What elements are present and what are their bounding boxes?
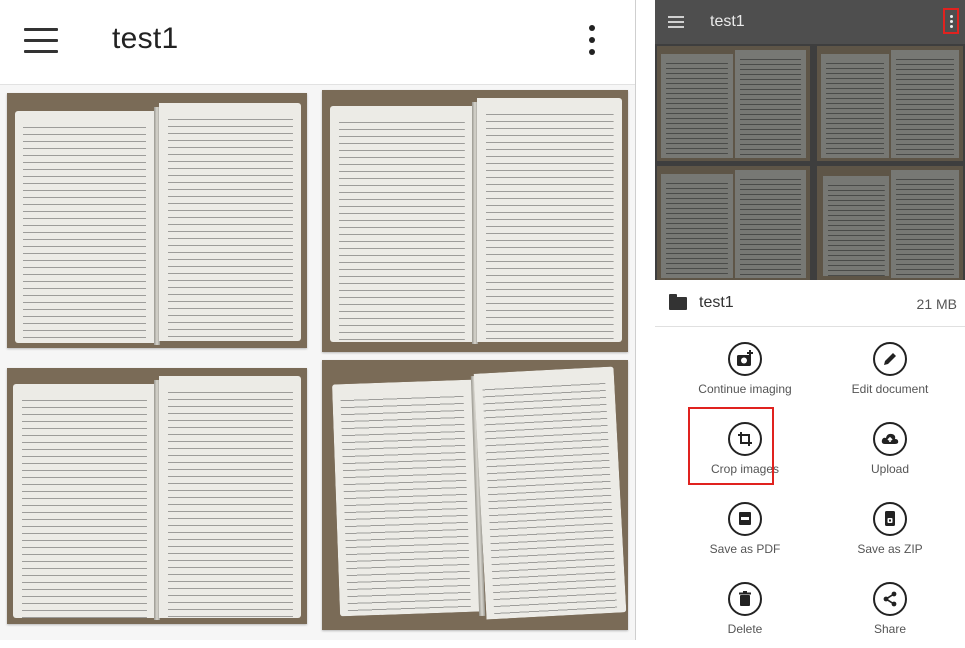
delete-button[interactable]: Delete bbox=[680, 582, 810, 648]
book-page-left bbox=[661, 174, 733, 278]
book-page-right bbox=[159, 376, 301, 618]
cloud-upload-icon bbox=[881, 433, 899, 444]
book-page-right bbox=[735, 50, 806, 158]
action-label: Share bbox=[873, 622, 907, 636]
book-page-left bbox=[330, 106, 473, 342]
camera-add-icon bbox=[737, 350, 753, 366]
more-vert-icon[interactable] bbox=[580, 22, 604, 58]
document-size: 21 MB bbox=[916, 296, 957, 312]
book-page-right bbox=[891, 170, 959, 278]
action-label: Upload bbox=[870, 462, 910, 476]
page-thumbnail-1[interactable] bbox=[7, 93, 307, 348]
page-thumbnail-3[interactable] bbox=[657, 166, 810, 280]
action-label: Edit document bbox=[851, 382, 929, 396]
book-page-right bbox=[735, 170, 806, 278]
save-as-pdf-button[interactable]: Save as PDF bbox=[680, 502, 810, 568]
edit-document-button[interactable]: Edit document bbox=[825, 342, 955, 408]
action-label: Save as PDF bbox=[709, 542, 781, 556]
save-as-zip-button[interactable]: Save as ZIP bbox=[825, 502, 955, 568]
book-page-left bbox=[821, 54, 889, 158]
book-page-right bbox=[159, 103, 301, 341]
page-thumbnail-4[interactable] bbox=[817, 166, 963, 280]
right-pane: test1 test1 21 MB Continue imaging Edit … bbox=[655, 0, 965, 640]
book-page-right bbox=[477, 98, 622, 342]
zip-icon bbox=[885, 511, 895, 526]
page-thumbnail-2[interactable] bbox=[322, 90, 628, 352]
document-info-row: test1 21 MB bbox=[655, 280, 965, 327]
book-page-left bbox=[823, 176, 889, 276]
hamburger-icon[interactable] bbox=[668, 16, 684, 28]
action-label: Save as ZIP bbox=[857, 542, 923, 556]
crop-images-highlight-box bbox=[688, 407, 774, 485]
share-icon bbox=[883, 591, 897, 607]
page-thumbnail-4[interactable] bbox=[322, 360, 628, 630]
book-page-left bbox=[15, 111, 155, 343]
hamburger-icon[interactable] bbox=[24, 28, 58, 54]
continue-imaging-button[interactable]: Continue imaging bbox=[680, 342, 810, 408]
book-page-left bbox=[661, 54, 733, 158]
book-page-right bbox=[473, 366, 627, 620]
book-page-left bbox=[331, 379, 481, 617]
page-thumbnail-2[interactable] bbox=[817, 46, 963, 161]
page-thumbnail-3[interactable] bbox=[7, 368, 307, 624]
page-title: test1 bbox=[112, 22, 179, 55]
pencil-icon bbox=[884, 353, 896, 365]
book-page-right bbox=[891, 50, 959, 158]
pdf-icon bbox=[739, 512, 751, 525]
book-page-left bbox=[13, 384, 155, 618]
left-pane: test1 bbox=[0, 0, 636, 640]
share-button[interactable]: Share bbox=[825, 582, 955, 648]
right-app-bar: test1 bbox=[655, 0, 965, 44]
action-label: Delete bbox=[727, 622, 763, 636]
upload-button[interactable]: Upload bbox=[825, 422, 955, 488]
document-name: test1 bbox=[699, 294, 734, 311]
page-title: test1 bbox=[710, 13, 745, 30]
action-label: Continue imaging bbox=[698, 382, 792, 396]
page-thumbnail-1[interactable] bbox=[657, 46, 810, 161]
trash-icon bbox=[739, 591, 751, 606]
folder-icon bbox=[669, 294, 687, 310]
dimmed-thumbnail-grid bbox=[655, 44, 965, 280]
left-app-bar: test1 bbox=[0, 0, 635, 85]
more-vert-icon[interactable] bbox=[943, 8, 959, 34]
